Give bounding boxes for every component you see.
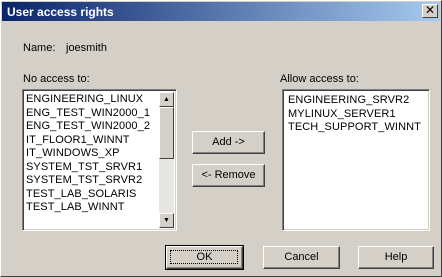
list-item[interactable]: TECH_SUPPORT_WINNT xyxy=(288,121,421,135)
scroll-thumb[interactable] xyxy=(159,107,174,159)
list-item[interactable]: IT_FLOOR1_WINNT xyxy=(26,134,150,148)
list-item[interactable]: SYSTEM_TST_SRVR2 xyxy=(26,174,150,188)
list-item[interactable]: SYSTEM_TST_SRVR1 xyxy=(26,161,150,175)
help-button[interactable]: Help xyxy=(358,246,434,269)
list-item[interactable]: TEST_LAB_WINNT xyxy=(26,201,150,215)
add-button[interactable]: Add -> xyxy=(192,131,265,154)
user-access-rights-dialog: User access rights ✕ Name: joesmith No a… xyxy=(0,0,442,277)
allow-access-label: Allow access to: xyxy=(280,73,359,85)
list-item[interactable]: ENGINEERING_SRVR2 xyxy=(288,94,421,108)
cancel-button[interactable]: Cancel xyxy=(263,246,340,269)
no-access-label: No access to: xyxy=(23,73,90,85)
name-label: Name: xyxy=(23,42,56,54)
no-access-scrollbar[interactable]: ▲ ▼ xyxy=(159,92,174,228)
list-item[interactable]: TEST_LAB_SOLARIS xyxy=(26,188,150,202)
list-item[interactable]: IT_WINDOWS_XP xyxy=(26,147,150,161)
list-item[interactable]: MYLINUX_SERVER1 xyxy=(288,108,421,122)
no-access-items: ENGINEERING_LINUX ENG_TEST_WIN2000_1 ENG… xyxy=(26,93,150,215)
list-item[interactable]: ENGINEERING_LINUX xyxy=(26,93,150,107)
allow-access-items: ENGINEERING_SRVR2 MYLINUX_SERVER1 TECH_S… xyxy=(288,94,421,135)
dialog-title: User access rights xyxy=(7,5,114,19)
scroll-up-arrow-icon[interactable]: ▲ xyxy=(159,92,174,107)
focus-rect xyxy=(170,250,238,264)
list-item[interactable]: ENG_TEST_WIN2000_2 xyxy=(26,120,150,134)
close-icon[interactable]: ✕ xyxy=(422,4,438,18)
remove-button[interactable]: <- Remove xyxy=(192,164,265,187)
list-item[interactable]: ENG_TEST_WIN2000_1 xyxy=(26,107,150,121)
scroll-down-arrow-icon[interactable]: ▼ xyxy=(159,213,174,228)
no-access-listbox[interactable]: ENGINEERING_LINUX ENG_TEST_WIN2000_1 ENG… xyxy=(22,89,177,231)
title-bar[interactable]: User access rights ✕ xyxy=(2,2,440,21)
allow-access-listbox[interactable]: ENGINEERING_SRVR2 MYLINUX_SERVER1 TECH_S… xyxy=(282,89,430,231)
ok-button[interactable]: OK xyxy=(165,245,244,270)
name-value: joesmith xyxy=(66,42,107,54)
